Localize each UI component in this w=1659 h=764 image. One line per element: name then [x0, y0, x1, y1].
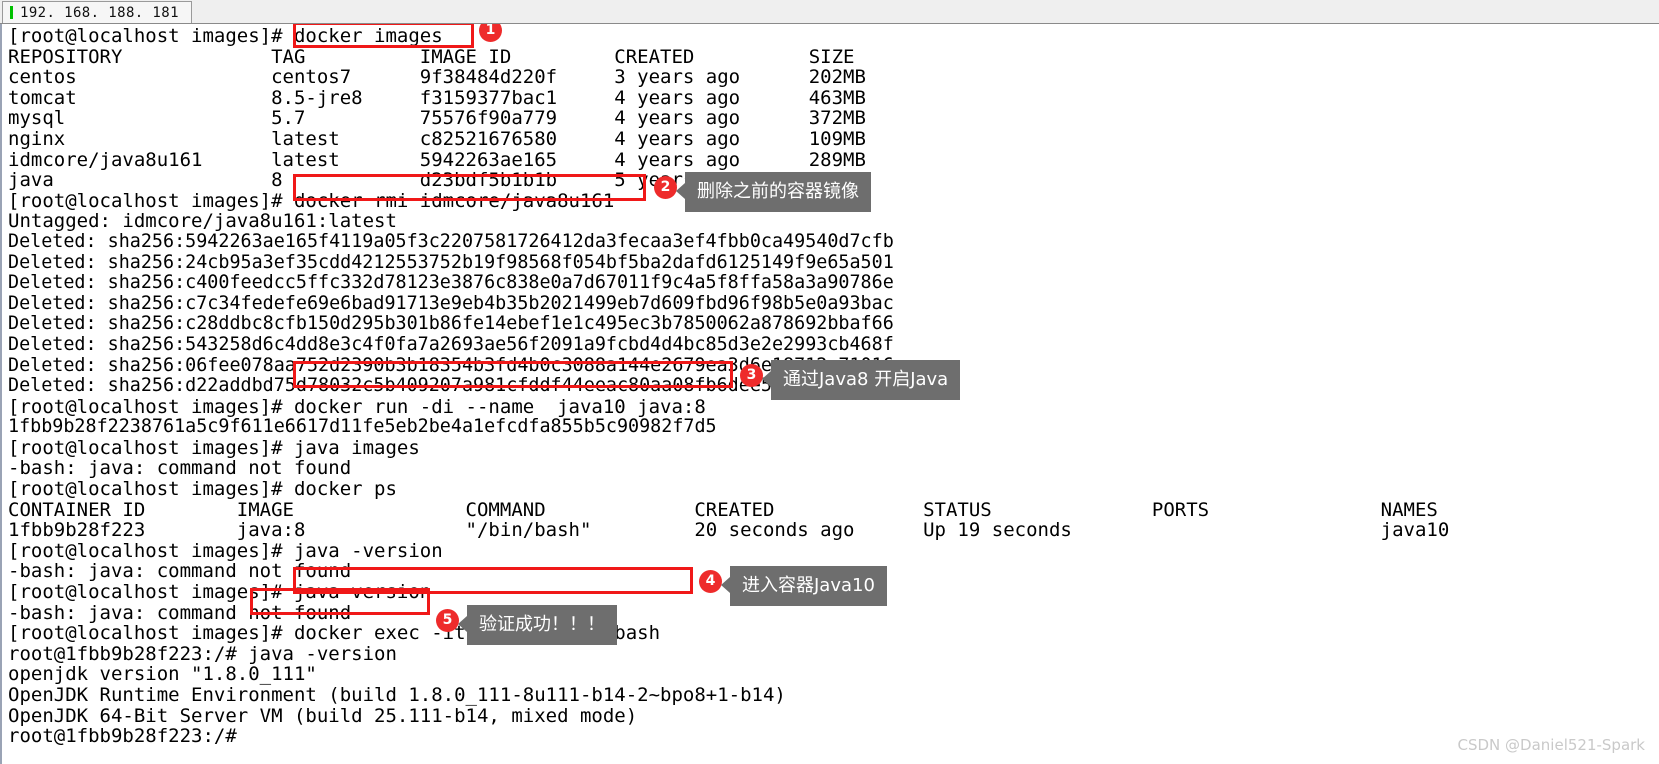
terminal-line: [root@localhost images]# docker ps: [8, 478, 397, 501]
terminal-line: OpenJDK Runtime Environment (build 1.8.0…: [8, 684, 786, 706]
callout-badge-4: 4: [699, 570, 722, 593]
session-tab-label: 192. 168. 188. 181: [20, 4, 179, 21]
terminal-line: Untagged: idmcore/java8u161:latest: [8, 210, 397, 233]
terminal-line: idmcore/java8u161 latest 5942263ae165 4 …: [8, 148, 866, 171]
terminal-line: OpenJDK 64-Bit Server VM (build 25.111-b…: [8, 704, 638, 727]
terminal-line: nginx latest c82521676580 4 years ago 10…: [8, 127, 866, 150]
terminal-line: CONTAINER ID IMAGE COMMAND CREATED STATU…: [8, 498, 1438, 521]
terminal-line: openjdk version "1.8.0_111": [8, 663, 317, 686]
terminal-line: [root@localhost images]# java -version: [8, 539, 443, 562]
terminal-line: [root@localhost images]# docker exec -it…: [8, 622, 661, 645]
connection-status-icon: [10, 6, 13, 19]
terminal-line: root@1fbb9b28f223:/# java -version: [8, 642, 397, 665]
terminal-line: Deleted: sha256:c400feedcc5ffc332d78123e…: [8, 272, 894, 294]
callout-badge-2: 2: [654, 176, 677, 199]
terminal-line: 1fbb9b28f2238761a5c9f611e6617d11fe5eb2be…: [8, 416, 717, 438]
terminal-line: Deleted: sha256:24cb95a3ef35cdd421255375…: [8, 251, 894, 273]
window-title-bar: 192. 168. 188. 181: [0, 0, 1659, 24]
callout-bubble-3: 通过Java8 开启Java: [761, 360, 961, 400]
terminal-line: Deleted: sha256:c7c34fedefe69e6bad91713e…: [8, 292, 894, 314]
terminal-line: root@1fbb9b28f223:/#: [8, 725, 237, 748]
terminal-line: mysql 5.7 75576f90a779 4 years ago 372MB: [8, 107, 866, 130]
watermark-text: CSDN @Daniel521-Spark: [1457, 736, 1645, 754]
terminal-line: tomcat 8.5-jre8 f3159377bac1 4 years ago…: [8, 86, 866, 109]
callout-bubble-4: 进入容器Java10: [721, 566, 887, 606]
callout-bubble-2: 删除之前的容器镜像: [676, 172, 871, 212]
terminal-output-pane[interactable]: [root@localhost images]# docker images RE…: [0, 24, 1659, 764]
terminal-line: Deleted: sha256:c28ddbc8cfb150d295b301b8…: [8, 313, 894, 335]
terminal-line: REPOSITORY TAG IMAGE ID CREATED SIZE: [8, 45, 855, 68]
terminal-line: [root@localhost images]# java images: [8, 436, 420, 459]
callout-badge-5: 5: [436, 609, 459, 632]
callout-bubble-5: 验证成功！！！: [458, 605, 617, 645]
terminal-line: Deleted: sha256:5942263ae165f4119a05f3c2…: [8, 230, 894, 252]
terminal-line: [root@localhost images]# docker images: [8, 25, 443, 47]
terminal-line: 1fbb9b28f223 java:8 "/bin/bash" 20 secon…: [8, 519, 1450, 542]
terminal-line: centos centos7 9f38484d220f 3 years ago …: [8, 66, 866, 89]
terminal-line: -bash: java: command not found: [8, 457, 352, 480]
session-tab[interactable]: 192. 168. 188. 181: [2, 1, 192, 23]
terminal-line: Deleted: sha256:543258d6c4dd8e3c4f0fa7a2…: [8, 333, 894, 355]
callout-badge-3: 3: [740, 364, 763, 387]
